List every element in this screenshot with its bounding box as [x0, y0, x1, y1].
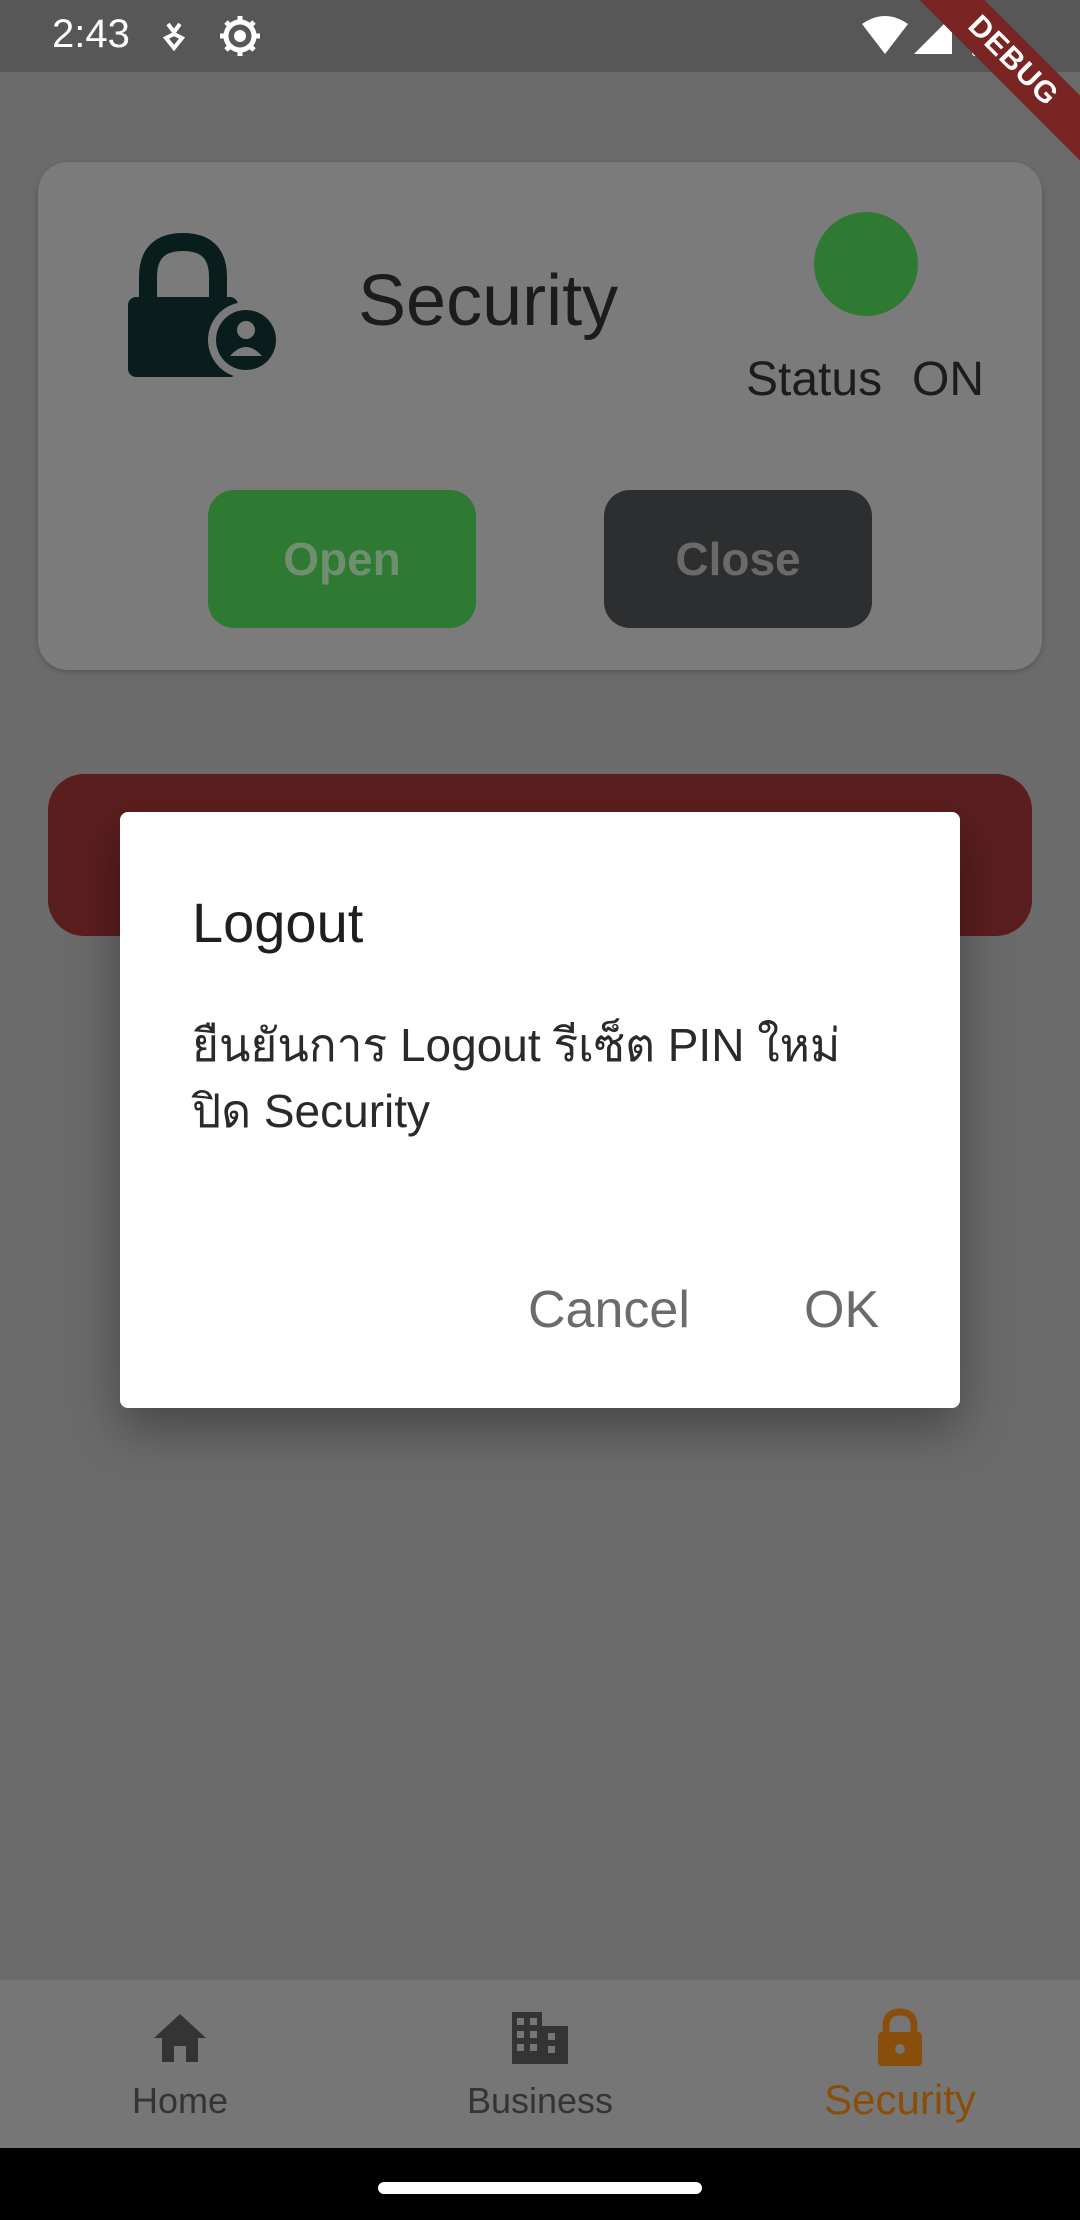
wifi-icon [862, 16, 908, 54]
close-button[interactable]: Close [604, 490, 872, 628]
dialog-message: ยืนยันการ Logout รีเซ็ต PIN ใหม่ ปิด Sec… [192, 1019, 841, 1137]
bottom-navigation: Home Business Security [0, 1980, 1080, 2148]
ok-button[interactable]: OK [804, 1280, 879, 1340]
home-gesture-handle[interactable] [378, 2182, 702, 2194]
system-navigation-bar [0, 2148, 1080, 2220]
status-indicator [814, 212, 918, 316]
nav-item-security[interactable]: Security [720, 1980, 1080, 2148]
download-icon [162, 22, 186, 52]
cancel-button[interactable]: Cancel [528, 1280, 690, 1340]
lock-person-icon [128, 232, 284, 378]
open-button[interactable]: Open [208, 490, 476, 628]
nav-label-business: Business [466, 2080, 614, 2121]
status-time: 2:43 [52, 12, 130, 56]
status-label: Status [746, 353, 883, 406]
status-value: ON [912, 353, 984, 406]
nav-label-security: Security [824, 2076, 976, 2123]
business-icon [512, 2012, 568, 2064]
dialog-title: Logout [192, 891, 364, 954]
home-icon [154, 2014, 206, 2062]
lock-icon [878, 2008, 922, 2066]
settings-gear-icon [220, 16, 260, 56]
card-title: Security [358, 261, 619, 341]
logout-dialog: Logout ยืนยันการ Logout รีเซ็ต PIN ใหม่ … [120, 812, 960, 1408]
status-bar: 2:43 DEBUG [0, 0, 1080, 180]
nav-item-business[interactable]: Business [360, 1980, 720, 2148]
security-card: Security Status ON Open Close [38, 162, 1042, 670]
nav-label-home: Home [131, 2080, 229, 2121]
nav-item-home[interactable]: Home [0, 1980, 360, 2148]
